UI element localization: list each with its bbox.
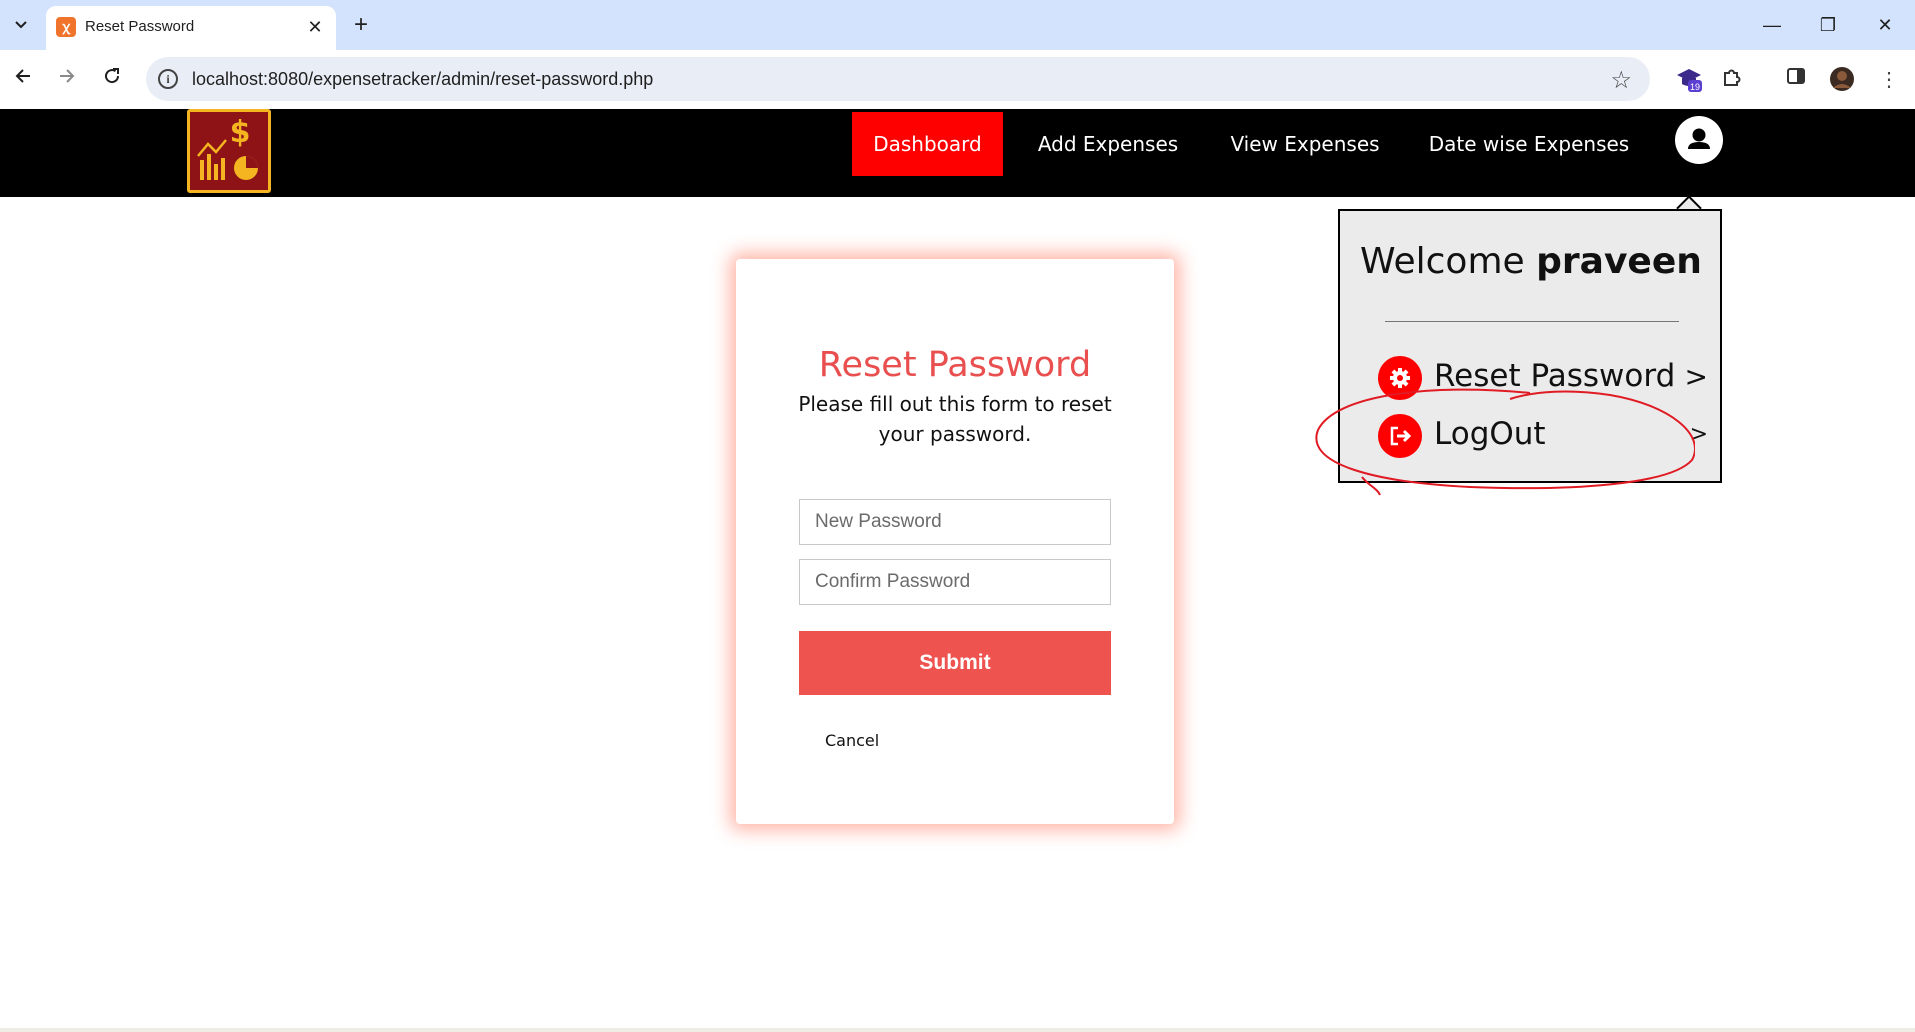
minimize-button[interactable]: — [1755, 10, 1789, 40]
xampp-favicon-icon: ꭓ [56, 17, 76, 37]
new-tab-button[interactable]: + [348, 12, 374, 38]
new-password-input[interactable] [799, 499, 1111, 545]
form-subtitle: Please fill out this form to reset your … [798, 392, 1112, 446]
welcome-username: praveen [1536, 241, 1702, 282]
arrow-right-icon [60, 69, 75, 83]
form-title: Reset Password [818, 345, 1092, 385]
browser-tab-strip: ꭓ Reset Password ✕ + — ❐ ✕ [0, 0, 1915, 50]
extension-badge: 19 [1690, 82, 1700, 92]
reload-button[interactable] [97, 65, 127, 95]
welcome-prefix: Welcome [1360, 241, 1525, 282]
url-text[interactable]: localhost:8080/expensetracker/admin/rese… [192, 69, 653, 90]
restore-button[interactable]: ❐ [1811, 10, 1845, 40]
back-button[interactable] [8, 65, 38, 95]
nav-view-expenses[interactable]: View Expenses [1220, 112, 1390, 176]
chevron-down-icon [15, 21, 27, 29]
red-circle-annotation [1315, 388, 1695, 496]
page-bottom-edge [0, 1028, 1915, 1032]
nav-date-wise-expenses[interactable]: Date wise Expenses [1418, 112, 1640, 176]
user-menu-button[interactable] [1675, 116, 1723, 164]
nav-dashboard[interactable]: Dashboard [852, 112, 1003, 176]
site-info-icon[interactable]: i [158, 69, 178, 89]
confirm-password-input[interactable] [799, 559, 1111, 605]
reset-password-card: Reset Password Please fill out this form… [736, 259, 1174, 824]
forward-button[interactable] [52, 65, 82, 95]
dropdown-divider [1385, 321, 1679, 322]
browser-menu-icon[interactable]: ⋮ [1875, 66, 1903, 94]
arrow-left-icon [15, 69, 30, 83]
site-header: $ Dashboard Add Expenses View Expenses D… [0, 109, 1915, 197]
welcome-message: Welcome praveen [1360, 241, 1702, 282]
browser-toolbar: i localhost:8080/expensetracker/admin/re… [0, 50, 1915, 110]
cancel-link[interactable]: Cancel [825, 731, 879, 750]
submit-button[interactable]: Submit [799, 631, 1111, 695]
extensions-puzzle-icon[interactable] [1718, 66, 1746, 94]
browser-tab-active[interactable]: ꭓ Reset Password ✕ [46, 6, 336, 50]
expense-tracker-logo[interactable]: $ [187, 109, 271, 193]
nav-add-expenses[interactable]: Add Expenses [1024, 112, 1192, 176]
logo-chart-dollar-icon: $ [197, 115, 258, 180]
tab-search-button[interactable] [8, 12, 34, 38]
svg-text:$: $ [230, 115, 251, 150]
tab-close-icon[interactable]: ✕ [304, 16, 326, 38]
tab-title: Reset Password [85, 18, 195, 35]
reload-icon [105, 68, 120, 84]
user-icon [1688, 128, 1710, 149]
profile-avatar-icon[interactable] [1828, 66, 1856, 94]
close-window-button[interactable]: ✕ [1868, 10, 1902, 40]
bookmark-star-icon[interactable]: ☆ [1610, 66, 1632, 95]
extension-graduation-cap-icon[interactable]: 19 [1675, 66, 1703, 94]
side-panel-icon[interactable] [1782, 66, 1810, 94]
address-bar[interactable]: i localhost:8080/expensetracker/admin/re… [146, 57, 1650, 101]
